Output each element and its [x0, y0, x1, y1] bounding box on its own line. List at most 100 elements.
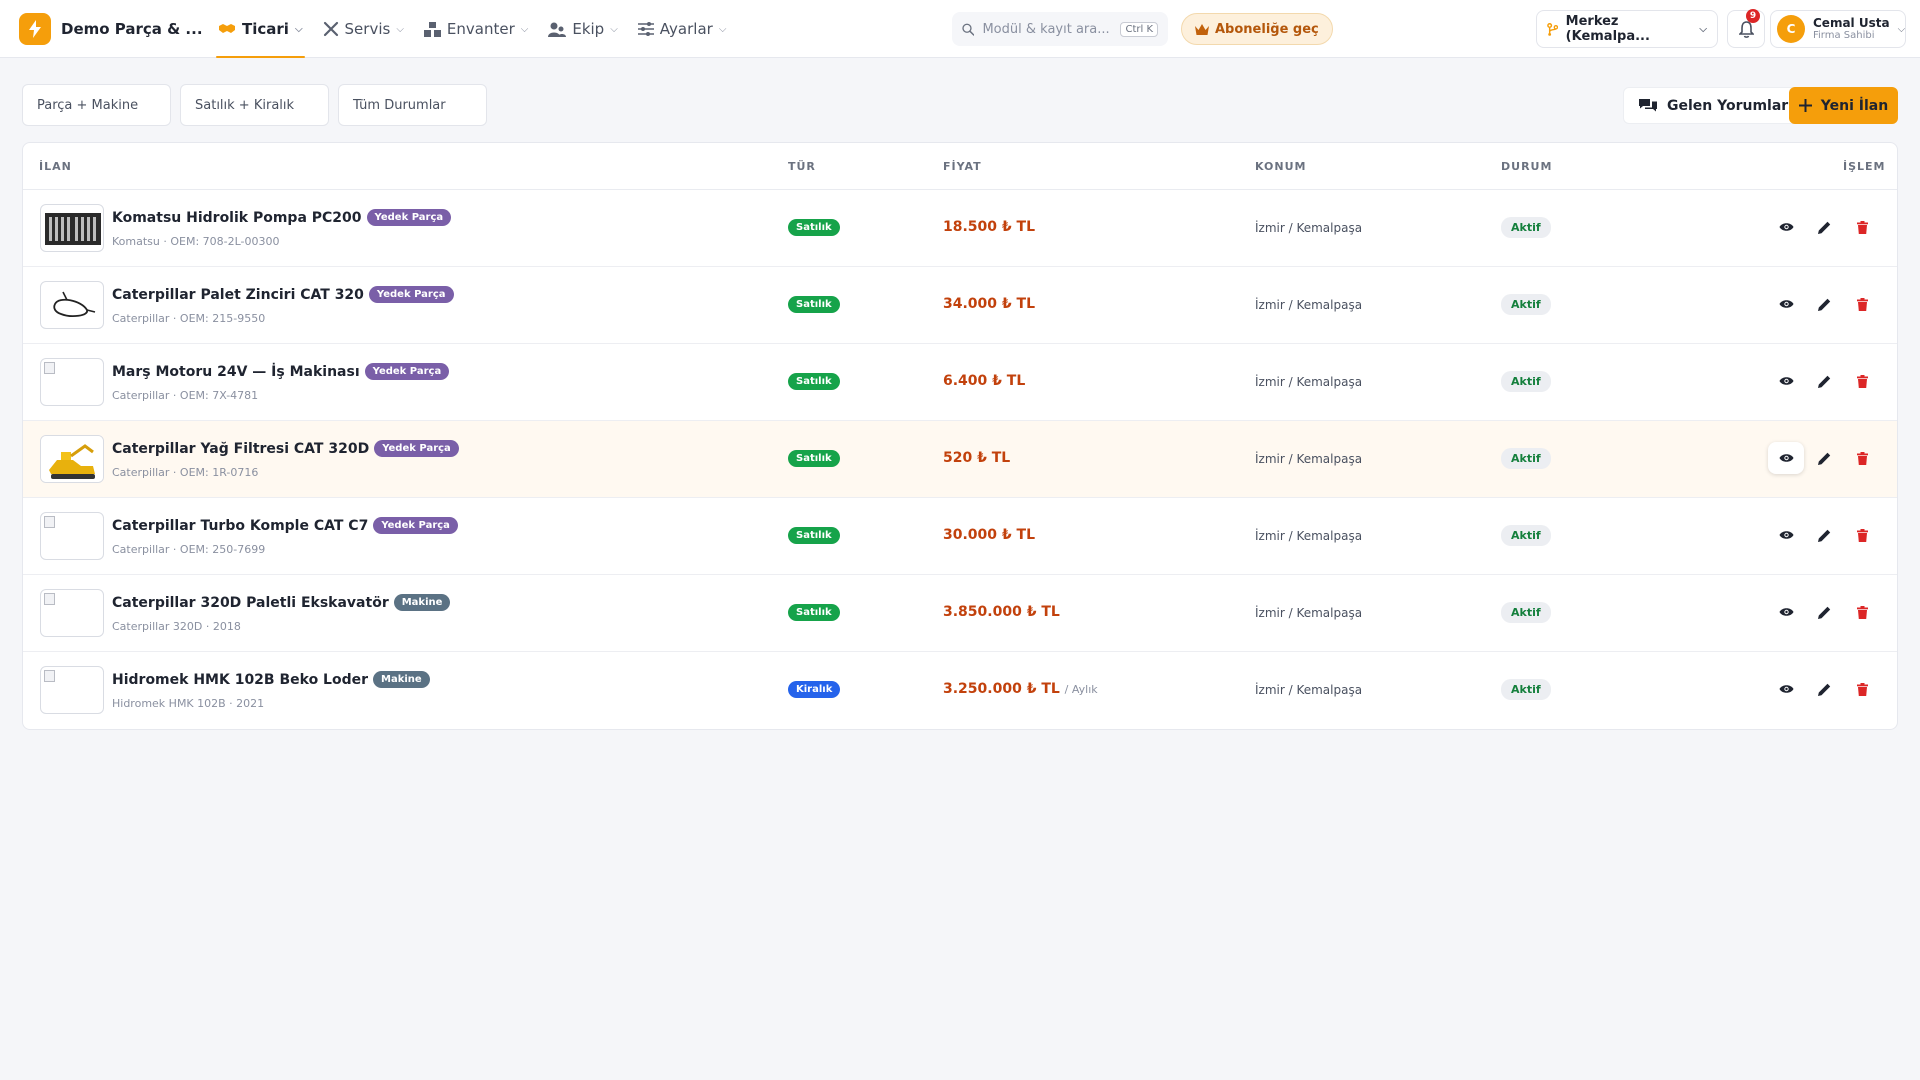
user-menu[interactable]: C Cemal Usta Firma Sahibi ⌵	[1770, 10, 1906, 48]
delete-button[interactable]	[1844, 596, 1880, 628]
delete-button[interactable]	[1844, 288, 1880, 320]
chevron-down-icon: ⌵	[294, 23, 303, 35]
view-button[interactable]	[1768, 365, 1804, 397]
listing-location: İzmir / Kemalpaşa	[1255, 529, 1363, 543]
listing-price: 30.000 ₺ TL	[943, 527, 1035, 543]
delete-button[interactable]	[1844, 365, 1880, 397]
new-listing-button[interactable]: Yeni İlan	[1789, 87, 1898, 124]
delete-button[interactable]	[1844, 673, 1880, 705]
listing-thumbnail-broken[interactable]	[40, 589, 104, 637]
listing-name[interactable]: Komatsu Hidrolik Pompa PC200	[112, 210, 362, 226]
listing-price: 18.500 ₺ TL	[943, 219, 1035, 235]
listing-name[interactable]: Caterpillar 320D Paletli Ekskavatör	[112, 595, 389, 611]
trash-icon	[1856, 451, 1868, 465]
listing-name[interactable]: Marş Motoru 24V — İş Makinası	[112, 364, 360, 380]
listing-name[interactable]: Caterpillar Turbo Komple CAT C7	[112, 518, 368, 534]
chevron-down-icon: ⌵	[1699, 23, 1707, 35]
view-button[interactable]	[1768, 519, 1804, 551]
listing-price: 3.250.000 ₺ TL / Aylık	[943, 681, 1098, 697]
listing-subtitle: Caterpillar · OEM: 7X-4781	[112, 389, 259, 402]
column-header-location[interactable]: KONUM	[1255, 160, 1306, 173]
listing-thumbnail-chain[interactable]	[40, 281, 104, 329]
price-value: 6.400 ₺ TL	[943, 373, 1026, 389]
view-button[interactable]	[1768, 596, 1804, 628]
edit-button[interactable]	[1806, 288, 1842, 320]
column-header-listing[interactable]: İLAN	[39, 160, 72, 173]
table-row[interactable]: Hidromek HMK 102B Beko Loder Makine Hidr…	[23, 652, 1897, 729]
category-badge: Makine	[373, 671, 430, 688]
edit-button[interactable]	[1806, 673, 1842, 705]
status-badge: Aktif	[1501, 525, 1551, 546]
delete-button[interactable]	[1844, 519, 1880, 551]
edit-button[interactable]	[1806, 519, 1842, 551]
view-button[interactable]	[1768, 211, 1804, 243]
view-button[interactable]	[1768, 442, 1804, 474]
edit-button[interactable]	[1806, 442, 1842, 474]
app-logo[interactable]	[19, 13, 51, 45]
listing-name[interactable]: Caterpillar Yağ Filtresi CAT 320D	[112, 441, 369, 457]
column-header-type[interactable]: TÜR	[788, 160, 816, 173]
status-badge: Aktif	[1501, 679, 1551, 700]
comments-label: Gelen Yorumlar	[1667, 97, 1789, 114]
trash-icon	[1856, 220, 1868, 234]
listing-name[interactable]: Hidromek HMK 102B Beko Loder	[112, 672, 368, 688]
pencil-icon	[1817, 375, 1830, 388]
listing-title: Caterpillar Palet Zinciri CAT 320 Yedek …	[112, 286, 454, 303]
nav-envanter[interactable]: Envanter ⌵	[418, 0, 534, 58]
filter-type-select[interactable]: Satılık + Kiralık	[180, 84, 329, 126]
view-button[interactable]	[1768, 288, 1804, 320]
broken-image-icon	[44, 670, 55, 682]
listing-name[interactable]: Caterpillar Palet Zinciri CAT 320	[112, 287, 364, 303]
listing-title: Caterpillar Turbo Komple CAT C7 Yedek Pa…	[112, 517, 458, 534]
delete-button[interactable]	[1844, 211, 1880, 243]
global-search[interactable]: Ctrl K	[952, 12, 1168, 46]
search-icon	[962, 23, 975, 36]
listings-table: İLAN TÜR FİYAT KONUM DURUM İŞLEM Komatsu…	[22, 142, 1898, 730]
subscribe-button[interactable]: Aboneliğe geç	[1181, 13, 1333, 45]
company-name[interactable]: Demo Parça & ...	[61, 20, 203, 38]
edit-button[interactable]	[1806, 365, 1842, 397]
listing-thumbnail-broken[interactable]	[40, 666, 104, 714]
status-badge: Aktif	[1501, 371, 1551, 392]
table-row[interactable]: Caterpillar 320D Paletli Ekskavatör Maki…	[23, 575, 1897, 652]
incoming-comments-button[interactable]: Gelen Yorumlar	[1623, 87, 1805, 124]
nav-servis[interactable]: Servis ⌵	[317, 0, 410, 58]
listing-location: İzmir / Kemalpaşa	[1255, 298, 1363, 312]
table-row[interactable]: Caterpillar Turbo Komple CAT C7 Yedek Pa…	[23, 498, 1897, 575]
table-row[interactable]: Caterpillar Palet Zinciri CAT 320 Yedek …	[23, 267, 1897, 344]
main-nav: Ticari ⌵ Servis ⌵ Envanter ⌵ Ekip ⌵ Ayar…	[212, 0, 740, 58]
chevron-down-icon: ⌵	[1897, 23, 1906, 35]
nav-ticari[interactable]: Ticari ⌵	[212, 0, 309, 58]
category-badge: Makine	[393, 594, 451, 611]
listing-title: Caterpillar Yağ Filtresi CAT 320D Yedek …	[112, 440, 459, 457]
listing-title: Komatsu Hidrolik Pompa PC200 Yedek Parça	[112, 209, 452, 226]
notifications-button[interactable]: 9	[1727, 9, 1765, 48]
nav-ekip[interactable]: Ekip ⌵	[542, 0, 623, 58]
nav-ayarlar[interactable]: Ayarlar ⌵	[632, 0, 733, 58]
table-row[interactable]: Komatsu Hidrolik Pompa PC200 Yedek Parça…	[23, 190, 1897, 267]
listing-thumbnail-tools[interactable]	[40, 204, 104, 252]
listing-thumbnail-excavator[interactable]	[40, 435, 104, 483]
delete-button[interactable]	[1844, 442, 1880, 474]
filter-status-select[interactable]: Tüm Durumlar	[338, 84, 487, 126]
table-header: İLAN TÜR FİYAT KONUM DURUM İŞLEM	[23, 143, 1897, 190]
table-row[interactable]: Caterpillar Yağ Filtresi CAT 320D Yedek …	[23, 421, 1897, 498]
status-badge: Aktif	[1501, 217, 1551, 238]
edit-button[interactable]	[1806, 596, 1842, 628]
column-header-price[interactable]: FİYAT	[943, 160, 982, 173]
listing-thumbnail-broken[interactable]	[40, 358, 104, 406]
chevron-down-icon: ⌵	[610, 23, 618, 35]
listing-subtitle: Hidromek HMK 102B · 2021	[112, 697, 265, 710]
table-row[interactable]: Marş Motoru 24V — İş Makinası Yedek Parç…	[23, 344, 1897, 421]
category-badge: Yedek Parça	[364, 363, 450, 380]
listing-thumbnail-broken[interactable]	[40, 512, 104, 560]
search-input[interactable]	[982, 21, 1113, 37]
view-button[interactable]	[1768, 673, 1804, 705]
category-badge: Yedek Parça	[368, 286, 454, 303]
column-header-status[interactable]: DURUM	[1501, 160, 1552, 173]
avatar: C	[1777, 15, 1805, 43]
branch-selector[interactable]: Merkez (Kemalpa... ⌵	[1536, 10, 1718, 48]
listing-location: İzmir / Kemalpaşa	[1255, 375, 1363, 389]
filter-category-select[interactable]: Parça + Makine	[22, 84, 171, 126]
edit-button[interactable]	[1806, 211, 1842, 243]
